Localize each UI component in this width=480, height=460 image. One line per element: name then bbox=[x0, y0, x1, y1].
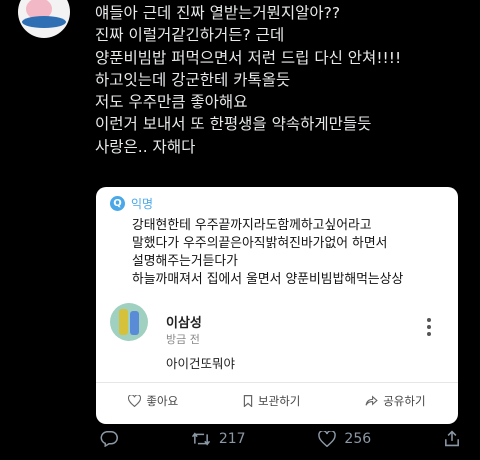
more-options-icon[interactable] bbox=[427, 318, 433, 339]
card-bookmark-label: 보관하기 bbox=[258, 394, 301, 408]
card-like-label: 좋아요 bbox=[146, 394, 179, 408]
tweet-line: 얘들아 근데 진짜 열받는거뭔지알아?? bbox=[95, 4, 341, 22]
tweet-line: 이런거 보내서 또 한평생을 약속하게만들듯 bbox=[95, 115, 372, 134]
tweet-text: 얘들아 근데 진짜 열받는거뭔지알아?? 진짜 이럴거같긴하거든? 근데 양푼비… bbox=[95, 2, 470, 158]
card-like-button[interactable]: 좋아요 bbox=[128, 393, 178, 409]
attached-image-card[interactable]: Q 익명 강태현한테 우주끝까지라도함께하고싶어라고 말했다가 우주의끝은아직밝… bbox=[96, 187, 458, 424]
heart-icon bbox=[318, 430, 337, 447]
card-source: Q 익명 bbox=[110, 195, 153, 212]
commenter-name: 이삼성 bbox=[166, 316, 202, 331]
reply-button[interactable] bbox=[100, 430, 118, 447]
retweet-button[interactable]: 217 bbox=[191, 431, 246, 447]
card-body-line: 강태현한테 우주끝까지라도함께하고싶어라고 bbox=[132, 218, 372, 233]
tweet-line: 하고잇는데 강군한테 카톡올듯 bbox=[95, 70, 291, 89]
card-share-button[interactable]: 공유하기 bbox=[365, 393, 426, 409]
card-body-line: 하늘까매져서 집에서 울면서 양푼비빔밥해먹는상상 bbox=[132, 272, 404, 287]
commenter-avatar bbox=[110, 303, 148, 341]
retweet-count: 217 bbox=[218, 430, 246, 447]
card-body: 강태현한테 우주끝까지라도함께하고싶어라고 말했다가 우주의끝은아직밝혀진바가없… bbox=[132, 217, 452, 289]
share-icon bbox=[365, 395, 378, 406]
tweet-line: 양푼비빔밥 퍼먹으면서 저런 드립 다신 안쳐!!!! bbox=[95, 48, 402, 67]
avatar-figure bbox=[130, 311, 139, 335]
card-body-line: 말했다가 우주의끝은아직밝혀진바가없어 하면서 bbox=[132, 236, 388, 251]
heart-icon bbox=[128, 395, 142, 407]
card-divider bbox=[96, 382, 458, 383]
tweet-line: 진짜 이럴거같긴하거든? 근데 bbox=[95, 26, 285, 45]
reply-icon bbox=[100, 431, 118, 447]
avatar-figure bbox=[119, 309, 128, 335]
like-button[interactable]: 256 bbox=[318, 430, 372, 447]
q-badge-icon: Q bbox=[110, 196, 125, 211]
avatar-board bbox=[22, 16, 66, 28]
comment-text: 아이건또뭐야 bbox=[166, 356, 236, 371]
card-share-label: 공유하기 bbox=[383, 394, 426, 408]
like-count: 256 bbox=[344, 430, 372, 447]
source-label: 익명 bbox=[131, 197, 154, 211]
share-icon bbox=[445, 430, 459, 447]
tweet-line: 사랑은.. 자해다 bbox=[95, 137, 196, 156]
retweet-icon bbox=[191, 431, 210, 446]
comment-time: 방금 전 bbox=[166, 333, 200, 346]
tweet-line: 저도 우주만큼 좋아해요 bbox=[95, 93, 248, 112]
card-action-bar: 좋아요 보관하기 공유하기 bbox=[96, 393, 458, 409]
card-body-line: 설명해주는거듣다가 bbox=[132, 254, 238, 269]
tweet-action-bar: 217 256 bbox=[100, 430, 460, 447]
bookmark-icon bbox=[243, 395, 253, 407]
share-button[interactable] bbox=[444, 430, 460, 447]
card-bookmark-button[interactable]: 보관하기 bbox=[243, 393, 300, 409]
profile-avatar[interactable] bbox=[18, 0, 70, 38]
